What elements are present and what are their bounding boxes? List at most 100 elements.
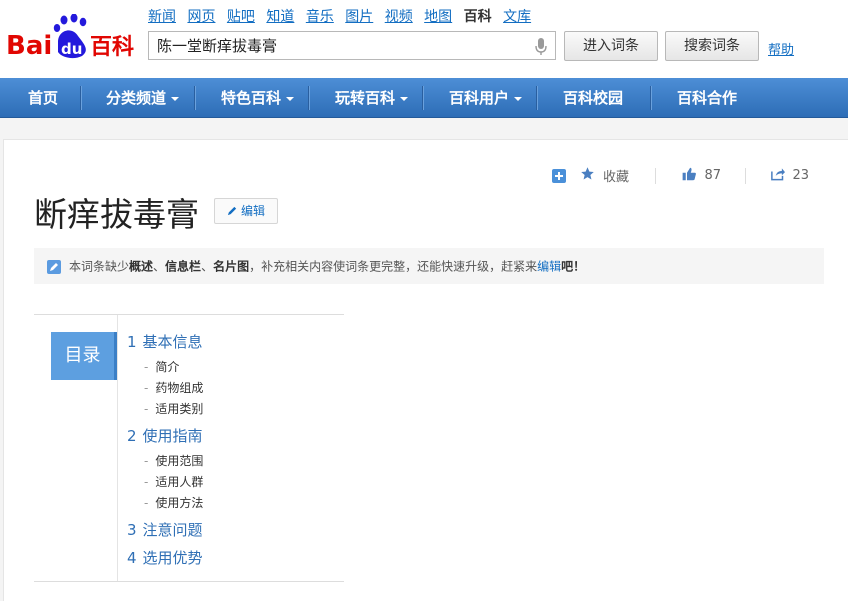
- pencil-icon: [47, 259, 61, 274]
- toc-item-label: 简介: [155, 360, 180, 374]
- toc-section-number: 3: [127, 521, 137, 539]
- toc-item[interactable]: - 药物组成: [144, 379, 203, 396]
- toc-section-3[interactable]: 3 注意问题: [127, 519, 203, 540]
- search-input[interactable]: [149, 32, 529, 59]
- main-nav-featured[interactable]: 特色百科: [221, 78, 295, 118]
- top-nav-link-tieba[interactable]: 贴吧: [227, 9, 255, 25]
- nav-divider: [422, 86, 424, 110]
- notice-separator: 、: [153, 259, 166, 274]
- toc-section-number: 1: [127, 333, 137, 351]
- toc-item[interactable]: - 使用方法: [144, 494, 203, 511]
- toc-section-4[interactable]: 4 选用优势: [127, 547, 203, 568]
- enter-entry-button[interactable]: 进入词条: [564, 31, 658, 61]
- toc-section-title: 注意问题: [142, 521, 203, 539]
- incomplete-entry-notice: 本词条缺少概述、信息栏、名片图，补充相关内容使词条更完整，还能快速升级，赶紧来编…: [34, 248, 824, 284]
- toc-section-1[interactable]: 1 基本信息: [127, 331, 203, 352]
- top-nav-links: 新闻 网页 贴吧 知道 音乐 图片 视频 地图 百科 文库: [148, 6, 538, 26]
- help-link[interactable]: 帮助: [768, 39, 794, 58]
- main-nav-label: 百科合作: [677, 89, 738, 107]
- top-nav-link-zhidao[interactable]: 知道: [266, 9, 294, 25]
- nav-divider: [80, 86, 82, 110]
- nav-divider: [536, 86, 538, 110]
- notice-suffix: 吧！: [561, 259, 586, 274]
- star-icon[interactable]: [580, 166, 595, 185]
- toc-section-number: 4: [127, 549, 137, 567]
- top-bar: Bai du 百科 新闻 网页 贴吧 知道 音乐 图片 视频 地图 百科 文库 …: [0, 0, 848, 78]
- main-nav-home[interactable]: 首页: [28, 78, 58, 118]
- tools-divider: [655, 167, 657, 184]
- toc-item[interactable]: - 使用范围: [144, 452, 203, 469]
- toc-item-label: 药物组成: [155, 381, 204, 395]
- table-of-contents: 目录 1 基本信息 - 简介 - 药物组成 - 适用类别 2 使用指南 - 使用范围 - 适用…: [34, 314, 344, 582]
- main-nav-label: 分类频道: [106, 89, 167, 107]
- add-icon[interactable]: [551, 168, 566, 183]
- top-nav-link-video[interactable]: 视频: [385, 9, 413, 25]
- notice-prefix: 本词条缺少: [69, 259, 130, 274]
- notice-missing-item: 信息栏: [165, 259, 202, 274]
- main-nav-play[interactable]: 玩转百科: [335, 78, 409, 118]
- entry-title: 断痒拔毒膏: [34, 195, 199, 234]
- main-nav-label: 百科校园: [563, 89, 624, 107]
- share-icon[interactable]: [770, 167, 786, 185]
- notice-separator: 、: [201, 259, 214, 274]
- top-nav-link-news[interactable]: 新闻: [148, 9, 176, 25]
- toc-item-label: 使用方法: [155, 496, 204, 510]
- notice-missing-item: 概述: [129, 259, 154, 274]
- main-nav-label: 玩转百科: [335, 89, 396, 107]
- main-nav-cooperation[interactable]: 百科合作: [677, 78, 737, 118]
- notice-middle: ，补充相关内容使词条更完整，还能快速升级，赶紧来: [249, 259, 538, 274]
- nav-divider: [650, 86, 652, 110]
- microphone-icon[interactable]: [535, 38, 547, 56]
- toc-section-title: 基本信息: [142, 333, 203, 351]
- toc-divider: [117, 315, 118, 581]
- top-nav-link-wenku[interactable]: 文库: [503, 9, 531, 25]
- toc-section-title: 使用指南: [142, 427, 203, 445]
- toc-item[interactable]: - 适用人群: [144, 473, 203, 490]
- main-nav-label: 首页: [28, 89, 59, 107]
- caret-down-icon: [171, 96, 180, 101]
- paw-logo-icon: Bai du 百科: [6, 13, 134, 61]
- nav-divider: [194, 86, 196, 110]
- tools-divider: [745, 167, 747, 184]
- like-count: 87: [704, 168, 722, 183]
- baidu-baike-logo[interactable]: Bai du 百科: [6, 13, 140, 62]
- main-nav-label: 百科用户: [449, 89, 510, 107]
- top-nav-link-web[interactable]: 网页: [187, 9, 215, 25]
- toc-section-number: 2: [127, 427, 137, 445]
- toc-section-title: 选用优势: [142, 549, 203, 567]
- top-nav-link-music[interactable]: 音乐: [306, 9, 334, 25]
- top-nav-link-baike[interactable]: 百科: [464, 9, 492, 25]
- share-count: 23: [792, 168, 809, 183]
- main-nav-label: 特色百科: [221, 89, 282, 107]
- entry-tools: 收藏 87 23: [551, 166, 809, 185]
- toc-heading: 目录: [51, 332, 117, 380]
- logo-bai-text: Bai: [6, 31, 52, 61]
- toc-item-label: 使用范围: [155, 454, 204, 468]
- top-nav-link-images[interactable]: 图片: [345, 9, 373, 25]
- toc-item-label: 适用类别: [155, 402, 204, 416]
- logo-du-text: du: [61, 40, 82, 58]
- main-nav-campus[interactable]: 百科校园: [563, 78, 623, 118]
- toc-item[interactable]: - 适用类别: [144, 400, 203, 417]
- caret-down-icon: [400, 96, 409, 101]
- main-nav-bar: 首页 分类频道 特色百科 玩转百科 百科用户 百科校园 百科合作: [0, 78, 848, 118]
- search-box: [148, 31, 556, 60]
- top-nav-link-map[interactable]: 地图: [424, 9, 452, 25]
- main-nav-categories[interactable]: 分类频道: [106, 78, 180, 118]
- notice-edit-link[interactable]: 编辑: [537, 260, 561, 274]
- toc-section-2[interactable]: 2 使用指南: [127, 425, 203, 446]
- collect-label[interactable]: 收藏: [603, 170, 629, 185]
- nav-divider: [308, 86, 310, 110]
- toc-item-label: 适用人群: [155, 475, 204, 489]
- main-nav-users[interactable]: 百科用户: [449, 78, 523, 118]
- search-entry-button[interactable]: 搜索词条: [665, 31, 759, 61]
- caret-down-icon: [286, 96, 295, 101]
- entry-content: 收藏 87 23 断痒拔毒膏 编辑 本词条缺少概述、信息栏、名片图，补充相关内容…: [3, 139, 848, 601]
- edit-button[interactable]: 编辑: [214, 198, 278, 224]
- thumbs-up-icon[interactable]: [682, 167, 697, 185]
- notice-missing-item: 名片图: [213, 259, 250, 274]
- toc-item[interactable]: - 简介: [144, 358, 179, 375]
- pencil-icon: [227, 206, 237, 216]
- edit-button-label: 编辑: [240, 204, 265, 218]
- logo-baike-text: 百科: [90, 35, 134, 60]
